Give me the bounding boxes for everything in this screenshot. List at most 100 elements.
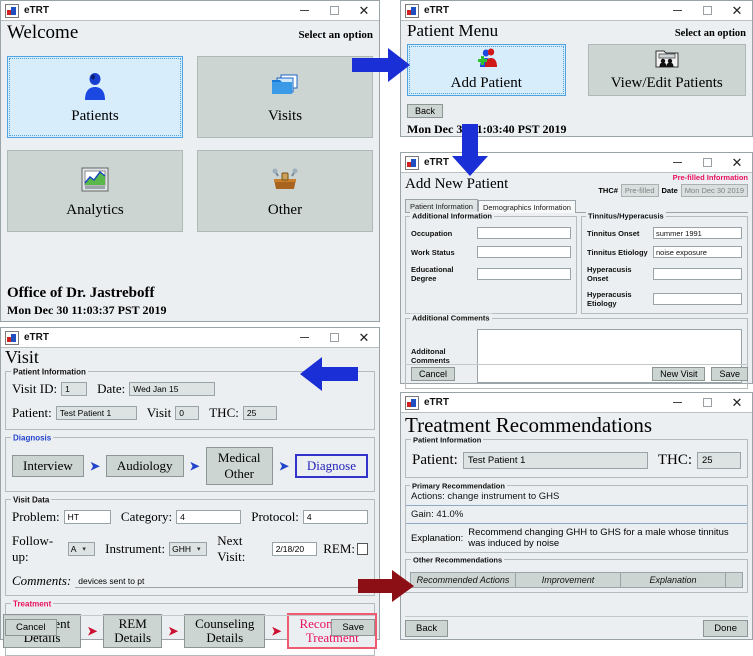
field-label: Educational Degree (411, 265, 454, 283)
audiology-button[interactable]: Audiology (105, 455, 184, 477)
window-add-new-patient: eTRT ✕ Add New Patient Pre-filled Inform… (400, 152, 753, 403)
date-input[interactable]: Wed Jan 15 (129, 382, 216, 396)
tinnitus-onset-input[interactable]: summer 1991 (653, 227, 742, 239)
toolbox-icon (270, 164, 300, 196)
person-icon (82, 70, 108, 102)
save-button[interactable]: Save (331, 619, 375, 636)
patient-menu-tiles: Add Patient View/Edit Patients (407, 44, 746, 96)
date-label: Date: (97, 381, 126, 396)
tinnitus-etiology-input[interactable]: noise exposure (653, 246, 742, 258)
maximize-icon[interactable] (319, 1, 349, 20)
app-icon (405, 3, 419, 18)
tile-label: View/Edit Patients (610, 75, 723, 91)
window-title: eTRT (24, 332, 49, 343)
minimize-icon[interactable] (662, 153, 692, 172)
done-button[interactable]: Done (703, 620, 748, 637)
tile-label: Add Patient (450, 75, 522, 91)
thc-label: THC# (598, 186, 618, 195)
other-recommendations-table-header: Recommended Actions Improvement Explanat… (410, 572, 743, 588)
close-icon[interactable]: ✕ (722, 153, 752, 172)
close-icon[interactable]: ✕ (722, 393, 752, 412)
tile-add-patient[interactable]: Add Patient (407, 44, 566, 96)
tile-label: Analytics (66, 201, 124, 218)
people-file-icon (655, 48, 679, 73)
problem-input[interactable]: HT (63, 510, 111, 524)
group-tinnitus-hyperacusis: Tinnitus/Hyperacusis Tinnitus Onset summe… (581, 211, 748, 314)
back-button[interactable]: Back (407, 104, 444, 118)
tile-view-edit-patients[interactable]: View/Edit Patients (587, 44, 746, 96)
instrument-label: Instrument: (105, 541, 166, 556)
maximize-icon[interactable] (319, 328, 349, 347)
visit-num-label: Visit (146, 405, 172, 420)
minimize-icon[interactable] (662, 393, 692, 412)
cancel-button[interactable]: Cancel (5, 619, 57, 636)
minimize-icon[interactable] (289, 328, 319, 347)
page-title: Add New Patient (405, 176, 509, 192)
tab-patient-information[interactable]: Patient Information (405, 199, 478, 212)
tile-patients[interactable]: Patients (7, 56, 183, 138)
visit-footer: Cancel Save (5, 615, 375, 636)
window-title: eTRT (424, 157, 449, 168)
new-visit-button[interactable]: New Visit (652, 367, 706, 381)
hyperacusis-etiology-input[interactable] (653, 293, 742, 305)
column-header-improvement[interactable]: Improvement (515, 572, 620, 588)
patient-input[interactable]: Test Patient 1 (462, 452, 648, 469)
instrument-select[interactable]: GHH ▾ (169, 542, 208, 556)
maximize-icon[interactable] (692, 1, 722, 20)
group-label: Tinnitus/Hyperacusis (586, 211, 666, 221)
followup-select[interactable]: A ▾ (67, 542, 96, 556)
titlebar-visit: eTRT ✕ (1, 328, 379, 348)
thc-input[interactable]: 25 (697, 452, 741, 469)
category-input[interactable]: 4 (176, 510, 242, 524)
tile-label: Visits (267, 107, 303, 124)
next-visit-input[interactable]: 2/18/20 (271, 542, 318, 556)
interview-button[interactable]: Interview (12, 455, 84, 477)
cancel-button[interactable]: Cancel (411, 367, 456, 381)
chevron-down-icon: ▾ (82, 546, 86, 553)
close-icon[interactable]: ✕ (722, 1, 752, 20)
folders-icon (270, 70, 300, 102)
minimize-icon[interactable] (289, 1, 319, 20)
window-title: eTRT (424, 5, 449, 16)
patient-input[interactable]: Test Patient 1 (55, 406, 137, 420)
educational-degree-input[interactable] (477, 268, 571, 280)
app-icon (405, 155, 419, 170)
maximize-icon[interactable] (692, 393, 722, 412)
visit-id-input[interactable]: 1 (61, 382, 88, 396)
group-label: Diagnosis (11, 433, 54, 443)
minimize-icon[interactable] (662, 1, 692, 20)
rem-checkbox[interactable] (357, 543, 368, 555)
patient-label: Patient: (412, 452, 458, 468)
protocol-input[interactable]: 4 (302, 510, 368, 524)
tile-analytics[interactable]: Analytics (7, 150, 183, 232)
back-button[interactable]: Back (405, 620, 449, 637)
column-header-recommended-actions[interactable]: Recommended Actions (410, 572, 515, 588)
chart-icon (81, 164, 109, 196)
comments-input[interactable]: devices sent to pt (75, 574, 368, 588)
arrow-visit-to-treatment (358, 570, 414, 602)
group-label: Primary Recommendation (410, 481, 507, 491)
occupation-input[interactable] (477, 227, 571, 239)
hyperacusis-onset-input[interactable] (653, 268, 742, 280)
field-label: Work Status (411, 247, 455, 257)
close-icon[interactable]: ✕ (349, 1, 379, 20)
tile-visits[interactable]: Visits (197, 56, 373, 138)
thc-input[interactable]: 25 (242, 406, 277, 420)
visit-id-label: Visit ID: (12, 381, 58, 396)
problem-label: Problem: (12, 509, 60, 524)
arrow-add-patient-to-visit (300, 357, 358, 391)
visit-number-input[interactable]: 0 (175, 406, 200, 420)
work-status-input[interactable] (477, 246, 571, 258)
page-title: Patient Menu (407, 21, 499, 40)
tile-other[interactable]: Other (197, 150, 373, 232)
add-person-icon (473, 48, 499, 73)
close-icon[interactable]: ✕ (349, 328, 379, 347)
save-button[interactable]: Save (711, 367, 748, 381)
window-patient-menu: eTRT ✕ Patient Menu Select an option Add… (400, 0, 753, 137)
prefilled-panel: Pre-filled Information THC# Pre-filled D… (598, 173, 748, 197)
maximize-icon[interactable] (692, 153, 722, 172)
medical-other-button[interactable]: Medical Other (205, 447, 273, 485)
diagnose-button[interactable]: Diagnose (294, 454, 368, 478)
field-label: Tinnitus Onset (587, 228, 640, 238)
column-header-explanation[interactable]: Explanation (620, 572, 725, 588)
